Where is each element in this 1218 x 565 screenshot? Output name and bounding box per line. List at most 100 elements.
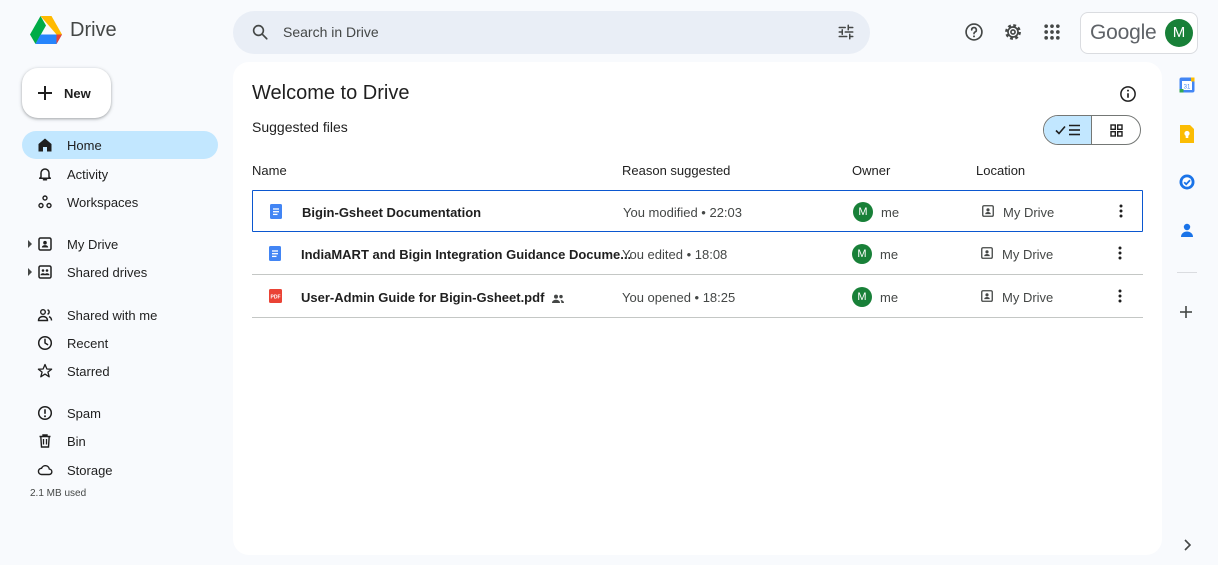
svg-text:PDF: PDF [271, 295, 281, 301]
info-icon[interactable] [1119, 85, 1137, 103]
file-name: IndiaMART and Bigin Integration Guidance… [301, 247, 632, 262]
sidebar-item-label: My Drive [67, 237, 119, 252]
sidebar-item-label: Spam [67, 406, 101, 421]
column-header-owner: Owner [852, 163, 891, 178]
apps-grid-icon[interactable] [1042, 22, 1062, 42]
my-drive-icon [981, 247, 993, 259]
more-options-icon[interactable] [1118, 289, 1122, 303]
shared-people-icon [552, 294, 565, 303]
file-location[interactable]: My Drive [1002, 247, 1053, 262]
sidebar-item-storage[interactable]: Storage [22, 456, 218, 484]
sidebar-item-activity[interactable]: Activity [22, 160, 218, 188]
search-bar[interactable] [233, 11, 870, 54]
new-button[interactable]: New [22, 68, 111, 118]
owner-avatar: M [853, 202, 873, 222]
sidebar-item-label: Storage [67, 463, 113, 478]
sidebar-item-spam[interactable]: Spam [22, 399, 218, 427]
file-row[interactable]: Bigin-Gsheet Documentation You modified … [252, 190, 1143, 232]
add-icon[interactable] [1179, 305, 1193, 319]
my-drive-icon [982, 205, 994, 217]
settings-icon[interactable] [1003, 22, 1023, 42]
shared-drives-icon [38, 265, 52, 279]
sidebar-item-shared-with-me[interactable]: Shared with me [22, 301, 218, 329]
pdf-icon: PDF [269, 289, 282, 303]
sidebar-item-shared-drives[interactable]: Shared drives [22, 258, 218, 286]
more-options-icon[interactable] [1118, 246, 1122, 260]
expand-arrow-icon[interactable] [27, 240, 33, 248]
sidebar-item-my-drive[interactable]: My Drive [22, 230, 218, 258]
google-wordmark: Google [1090, 21, 1157, 44]
main-panel: Welcome to Drive Suggested files Name Re… [233, 62, 1162, 555]
plus-icon [38, 86, 52, 100]
check-list-icon [1054, 124, 1080, 136]
grid-view-icon [1109, 123, 1123, 137]
owner-name: me [881, 205, 900, 220]
sidebar-item-starred[interactable]: Starred [22, 357, 218, 385]
tasks-icon[interactable] [1179, 174, 1195, 190]
sidebar-item-label: Activity [67, 167, 109, 182]
search-options-icon[interactable] [837, 23, 855, 41]
file-location[interactable]: My Drive [1002, 290, 1053, 305]
sidebar-item-label: Starred [67, 364, 110, 379]
owner-name: me [880, 290, 899, 305]
new-button-label: New [64, 85, 91, 101]
expand-arrow-icon[interactable] [27, 268, 33, 276]
people-icon [37, 309, 53, 322]
list-view-button[interactable] [1044, 116, 1092, 144]
keep-icon[interactable] [1179, 125, 1195, 143]
file-name-wrap: User-Admin Guide for Bigin-Gsheet.pdf [301, 290, 565, 305]
sidebar-item-label: Shared drives [67, 265, 148, 280]
page-title: Welcome to Drive [252, 82, 410, 104]
svg-text:31: 31 [1184, 85, 1191, 91]
view-toggle [1043, 115, 1141, 145]
reason-suggested: You opened • 18:25 [622, 290, 736, 305]
help-icon[interactable] [964, 22, 984, 42]
cloud-icon [37, 465, 53, 476]
workspaces-icon [38, 195, 52, 209]
clock-icon [37, 335, 53, 351]
account-switcher[interactable]: Google M [1080, 12, 1198, 54]
storage-usage-text: 2.1 MB used [30, 488, 87, 499]
google-docs-icon [270, 204, 282, 219]
bell-icon [38, 168, 52, 181]
google-docs-icon [269, 246, 281, 261]
file-name: Bigin-Gsheet Documentation [302, 205, 482, 220]
bin-icon [39, 434, 51, 448]
sidebar-item-workspaces[interactable]: Workspaces [22, 188, 218, 216]
drive-logo[interactable]: Drive [30, 16, 117, 44]
sidebar-item-label: Workspaces [67, 195, 139, 210]
search-icon[interactable] [251, 23, 269, 41]
sidebar-item-label: Shared with me [67, 308, 158, 323]
owner-avatar: M [852, 244, 872, 264]
more-options-icon[interactable] [1119, 204, 1123, 218]
search-input[interactable] [283, 21, 823, 43]
calendar-icon[interactable]: 31 [1179, 77, 1195, 93]
sidebar-item-recent[interactable]: Recent [22, 329, 218, 357]
home-icon [38, 138, 52, 152]
column-header-location: Location [976, 163, 1026, 178]
file-row[interactable]: PDF User-Admin Guide for Bigin-Gsheet.pd… [252, 276, 1143, 318]
app-name: Drive [70, 18, 117, 41]
reason-suggested: You edited • 18:08 [622, 247, 728, 262]
star-icon [37, 363, 53, 378]
chevron-right-icon[interactable] [1183, 539, 1191, 551]
spam-icon [37, 405, 53, 421]
owner-avatar: M [852, 287, 872, 307]
sidebar-item-bin[interactable]: Bin [22, 427, 218, 455]
file-row[interactable]: IndiaMART and Bigin Integration Guidance… [252, 233, 1143, 275]
file-name: User-Admin Guide for Bigin-Gsheet.pdf [301, 290, 545, 305]
rail-divider [1177, 272, 1197, 273]
sidebar-item-home[interactable]: Home [22, 131, 218, 159]
drive-logo-icon [30, 16, 62, 44]
grid-view-button[interactable] [1092, 116, 1140, 144]
owner-name: me [880, 247, 899, 262]
my-drive-icon [981, 290, 993, 302]
reason-suggested: You modified • 22:03 [623, 205, 742, 220]
section-title: Suggested files [252, 119, 348, 135]
sidebar-item-label: Bin [67, 434, 86, 449]
avatar[interactable]: M [1165, 19, 1193, 47]
column-header-name[interactable]: Name [252, 163, 287, 178]
file-location[interactable]: My Drive [1003, 205, 1054, 220]
contacts-icon[interactable] [1179, 222, 1195, 238]
sidebar-item-label: Home [67, 138, 102, 153]
